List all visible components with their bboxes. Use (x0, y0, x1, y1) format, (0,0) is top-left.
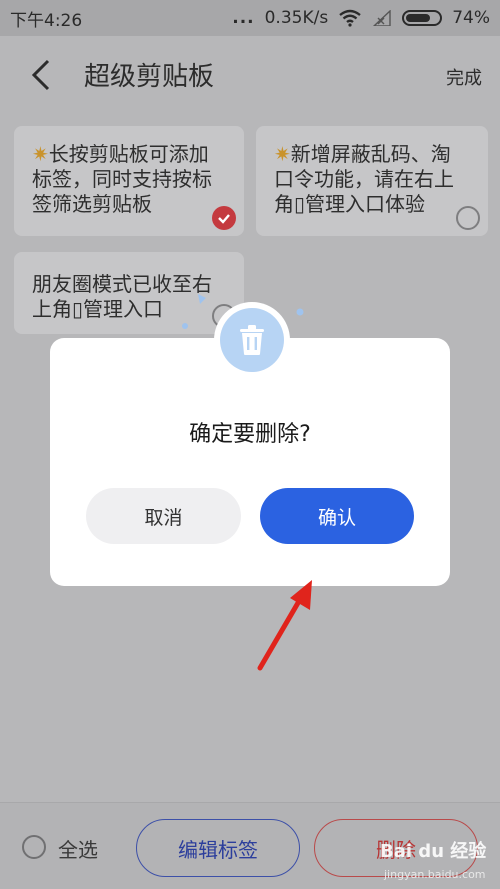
selected-check-icon[interactable] (212, 206, 236, 230)
trash-icon (240, 325, 264, 355)
clipboard-card[interactable]: ✷长按剪贴板可添加 标签，同时支持按标 签筛选剪贴板 (14, 126, 244, 236)
cancel-button[interactable]: 取消 (86, 488, 241, 544)
done-button[interactable]: 完成 (446, 64, 482, 90)
signal-icon (373, 10, 391, 26)
status-indicators: ... 0.35K/s 74% (232, 8, 490, 28)
unselected-radio-icon[interactable] (456, 206, 480, 230)
trash-badge (214, 302, 290, 378)
clipboard-card[interactable]: ✷新增屏蔽乱码、淘 口令功能，请在右上 角▯管理入口体验 (256, 126, 488, 236)
card-text: 长按剪贴板可添加 标签，同时支持按标 签筛选剪贴板 (32, 142, 212, 216)
battery-level-fill (406, 14, 430, 22)
battery-percent: 74% (452, 8, 490, 28)
edit-tags-button[interactable]: 编辑标签 (136, 819, 300, 877)
sparkle-icon: ✷ (32, 142, 49, 166)
status-dots: ... (232, 8, 255, 28)
chevron-left-icon[interactable] (26, 58, 56, 92)
wifi-icon (339, 9, 361, 27)
dialog-title: 确定要删除? (189, 422, 311, 447)
card-text: 新增屏蔽乱码、淘 口令功能，请在右上 角▯管理入口体验 (274, 142, 454, 216)
status-time: 下午4:26 (10, 10, 83, 31)
annotation-arrow (257, 580, 312, 671)
app-header: 超级剪贴板 完成 (0, 36, 500, 114)
network-speed: 0.35K/s (264, 8, 329, 28)
watermark-url: jingyan.baidu.com (384, 868, 486, 881)
select-all-label[interactable]: 全选 (58, 834, 98, 863)
select-all-radio[interactable] (22, 835, 46, 859)
battery-icon (402, 10, 443, 26)
trash-icon-circle (220, 308, 284, 372)
sparkle-icon: ✷ (274, 142, 291, 166)
status-bar: 下午4:26 ... 0.35K/s 74% (0, 0, 500, 36)
baidu-watermark: Bai du 经验 (380, 841, 487, 862)
page-title: 超级剪贴板 (84, 62, 215, 92)
confirm-button[interactable]: 确认 (260, 488, 414, 544)
